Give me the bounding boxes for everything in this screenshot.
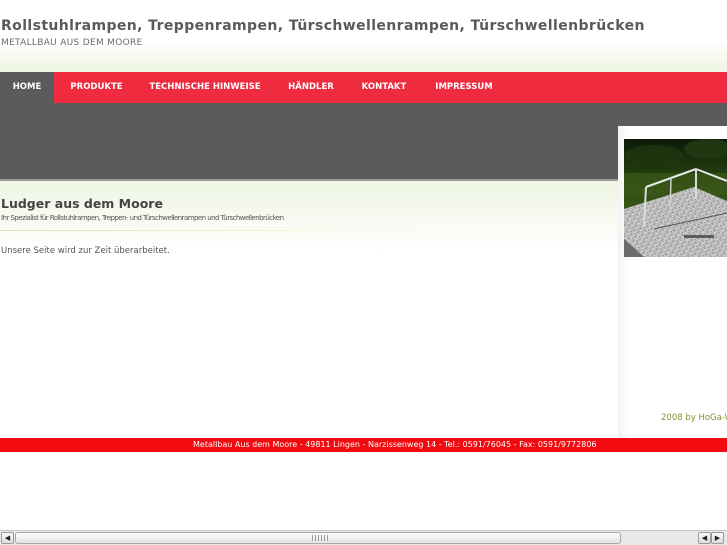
scrollbar-thumb[interactable] xyxy=(15,532,621,544)
nav-item-haendler[interactable]: HÄNDLER xyxy=(283,72,339,103)
nav-item-home[interactable]: HOME xyxy=(0,72,54,103)
ramp-photo xyxy=(624,139,727,257)
body-text: Unsere Seite wird zur Zeit überarbeitet. xyxy=(1,246,170,256)
nav-item-kontakt[interactable]: KONTAKT xyxy=(356,72,412,103)
heading-divider xyxy=(0,230,420,231)
arrow-left-icon[interactable]: ◀ xyxy=(698,532,711,544)
main-nav: HOME PRODUKTE TECHNISCHE HINWEISE HÄNDLE… xyxy=(0,72,727,103)
main-content: Ludger aus dem Moore Ihr Spezialist für … xyxy=(0,181,618,438)
sidebar: 2008 by HoGa-W xyxy=(618,126,727,438)
arrow-right-icon[interactable]: ▶ xyxy=(711,532,724,544)
scrollbar-grip xyxy=(312,535,328,541)
page-heading: Ludger aus dem Moore xyxy=(1,196,163,211)
header: Rollstuhlrampen, Treppenrampen, Türschwe… xyxy=(0,0,727,72)
ramp-photo-image xyxy=(624,139,727,257)
footer-address: Metallbau Aus dem Moore - 49811 Lingen -… xyxy=(193,440,597,449)
site-subtitle: METALLBAU AUS DEM MOORE xyxy=(1,38,143,48)
nav-item-produkte[interactable]: PRODUKTE xyxy=(64,72,129,103)
nav-item-technische-hinweise[interactable]: TECHNISCHE HINWEISE xyxy=(145,72,265,103)
horizontal-scrollbar[interactable]: ◀ ◀ ▶ xyxy=(0,530,727,545)
arrow-left-icon[interactable]: ◀ xyxy=(1,532,14,544)
nav-item-impressum[interactable]: IMPRESSUM xyxy=(430,72,498,103)
credit-text: 2008 by HoGa-W xyxy=(661,413,727,423)
site-title: Rollstuhlrampen, Treppenrampen, Türschwe… xyxy=(1,18,645,34)
footer-bar: Metallbau Aus dem Moore - 49811 Lingen -… xyxy=(0,438,727,452)
page-tagline: Ihr Spezialist für Rollstuhlrampen, Trep… xyxy=(1,214,284,222)
page: Rollstuhlrampen, Treppenrampen, Türschwe… xyxy=(0,0,727,545)
